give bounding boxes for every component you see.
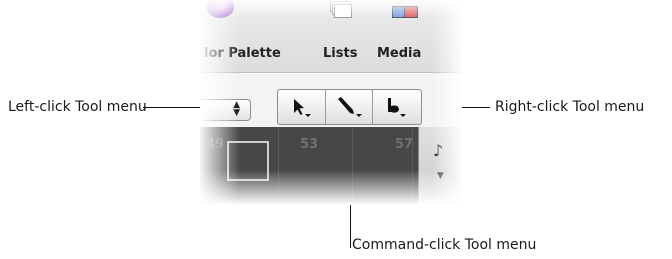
lists-label[interactable]: Lists — [323, 46, 357, 61]
command-click-tool-button[interactable] — [325, 90, 373, 124]
right-click-tool-menu-callout: Right-click Tool menu — [495, 99, 645, 115]
color-palette-label[interactable]: lor Palette — [204, 46, 281, 61]
color-palette-icon[interactable] — [206, 0, 234, 18]
side-strip: ♪ ▼ — [418, 127, 462, 205]
stepper-control[interactable]: ▲ ▼ — [200, 99, 251, 121]
down-arrow-icon[interactable]: ▼ — [437, 171, 444, 181]
pointer-tool-icon — [294, 99, 311, 117]
ruler-number: 53 — [300, 137, 319, 152]
ruler-number: 49 — [206, 137, 225, 152]
left-click-tool-button[interactable] — [278, 90, 325, 124]
tool-panel: ▲ ▼ — [200, 72, 462, 128]
grid-line — [278, 127, 279, 205]
music-note-icon[interactable]: ♪ — [433, 141, 443, 160]
tool-menu-group — [277, 89, 422, 125]
ruler-number: 57 — [395, 137, 414, 152]
command-click-tool-menu-callout: Command-click Tool menu — [352, 237, 537, 253]
grid-line — [352, 127, 353, 205]
pencil-tool-icon — [338, 97, 362, 117]
left-click-tool-menu-callout: Left-click Tool menu — [8, 99, 147, 115]
region-box[interactable] — [227, 141, 269, 181]
stepper-arrows-icon: ▲ ▼ — [233, 100, 240, 118]
lists-icon[interactable] — [330, 0, 352, 20]
media-icon[interactable] — [390, 0, 420, 20]
media-label[interactable]: Media — [377, 46, 421, 61]
right-click-tool-button[interactable] — [372, 90, 420, 124]
scissors-tool-icon — [388, 98, 406, 117]
screenshot-crop: lor Palette Lists Media ▲ ▼ 49 53 57 ♪ ▼ — [200, 0, 462, 205]
top-toolbar: lor Palette Lists Media — [200, 0, 462, 72]
ruler-area: 49 53 57 ♪ ▼ — [200, 127, 462, 205]
